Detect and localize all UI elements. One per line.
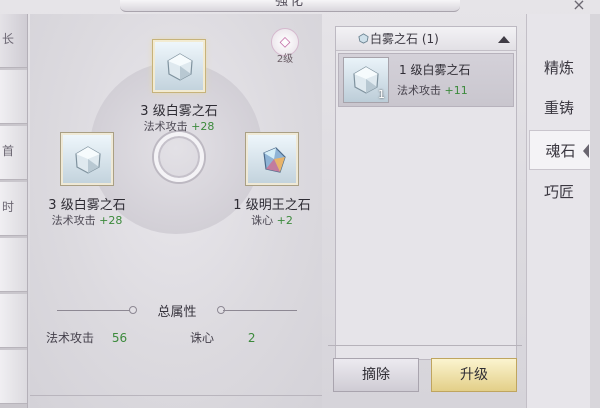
- gem-slot-top[interactable]: [153, 40, 205, 92]
- gem-slot-left[interactable]: [61, 133, 113, 185]
- left-tab-5[interactable]: [0, 294, 27, 348]
- total-attr-1: 诛心 2: [190, 329, 255, 346]
- total-attr-1-label: 诛心: [190, 331, 215, 345]
- left-tab-4[interactable]: [0, 238, 27, 292]
- item-stat-value: +11: [444, 84, 468, 97]
- slot-left-stat-label: 法术攻击: [51, 214, 96, 227]
- gem-slot-right[interactable]: [246, 133, 298, 185]
- divider-left: [57, 310, 131, 311]
- bottom-divider: [30, 395, 322, 396]
- tab-reforge[interactable]: 重铸: [531, 88, 587, 128]
- left-tab-2[interactable]: 首: [0, 126, 27, 180]
- window-title: 强化: [274, 0, 305, 9]
- slot-top-stat: 法术攻击 +28: [119, 118, 239, 134]
- total-attr-0: 法术攻击 56: [46, 329, 127, 346]
- left-tab-6[interactable]: [0, 350, 27, 404]
- slot-left-stat: 法术攻击 +28: [27, 212, 147, 228]
- forge-window: 强化 × 长 首 时 3 级白雾之石 法术攻击 +28 3 级白雾之石 法术攻击…: [0, 0, 600, 408]
- right-edge: [590, 14, 600, 408]
- item-name: 1 级白雾之石: [399, 63, 471, 77]
- tab-refine[interactable]: 精炼: [531, 48, 587, 88]
- slot-right-name: 1 级明王之石: [233, 198, 311, 213]
- list-group-title: 白雾之石 (1): [370, 32, 439, 46]
- slot-right-stat-label: 诛心: [251, 214, 274, 227]
- tab-craftsman[interactable]: 巧匠: [531, 172, 587, 212]
- item-stat-label: 法术攻击: [397, 84, 441, 97]
- window-title-bar: 强化: [120, 0, 460, 12]
- divider-right: [223, 310, 297, 311]
- list-group-header[interactable]: 白雾之石 (1): [336, 27, 516, 51]
- right-tab-strip: 精炼 重铸 魂石 巧匠: [526, 14, 591, 408]
- slot-top-name: 3 级白雾之石: [140, 104, 218, 119]
- left-tab-1[interactable]: [0, 70, 27, 124]
- total-attr-0-label: 法术攻击: [46, 331, 95, 345]
- stone-small-icon: [358, 33, 369, 44]
- item-stat: 法术攻击 +11: [397, 82, 468, 98]
- left-tab-strip: 长 首 时: [0, 14, 28, 408]
- slot-left-stat-value: +28: [99, 214, 123, 227]
- ming-wang-stone-icon: [263, 147, 286, 173]
- remove-button[interactable]: 摘除: [333, 358, 419, 392]
- total-attr-1-value: 2: [247, 331, 256, 345]
- slot-left-name: 3 级白雾之石: [48, 198, 126, 213]
- totals-header: 总属性: [57, 301, 297, 320]
- list-item[interactable]: 1 1 级白雾之石 法术攻击 +11: [338, 53, 514, 107]
- slot-right-stat-value: +2: [276, 214, 293, 227]
- left-tab-0[interactable]: 长: [0, 14, 27, 68]
- level-badge: ◇ 2级: [270, 28, 300, 66]
- white-mist-stone-icon: [353, 66, 379, 94]
- item-count: 1: [378, 88, 385, 101]
- left-tab-3[interactable]: 时: [0, 182, 27, 236]
- divider-dot-left: [129, 306, 137, 314]
- white-mist-stone-icon: [167, 53, 193, 81]
- item-thumbnail: 1: [343, 57, 389, 103]
- tab-soul-stone[interactable]: 魂石: [529, 130, 591, 170]
- stone-list-panel: 白雾之石 (1) 1 1 级白雾之石 法术攻击 +11: [335, 26, 517, 360]
- slot-right-stat: 诛心 +2: [212, 212, 332, 228]
- panel-divider: [328, 345, 522, 346]
- white-mist-stone-icon: [75, 146, 101, 174]
- total-attr-0-value: 56: [111, 331, 128, 345]
- upgrade-button[interactable]: 升级: [431, 358, 517, 392]
- totals-title: 总属性: [157, 305, 197, 320]
- level-badge-label: 2级: [276, 54, 294, 65]
- collapse-arrow-icon[interactable]: [498, 36, 510, 43]
- center-ring: [154, 132, 204, 182]
- slot-top-stat-value: +28: [191, 120, 215, 133]
- slot-top-stat-label: 法术攻击: [143, 120, 188, 133]
- close-icon[interactable]: ×: [564, 0, 594, 14]
